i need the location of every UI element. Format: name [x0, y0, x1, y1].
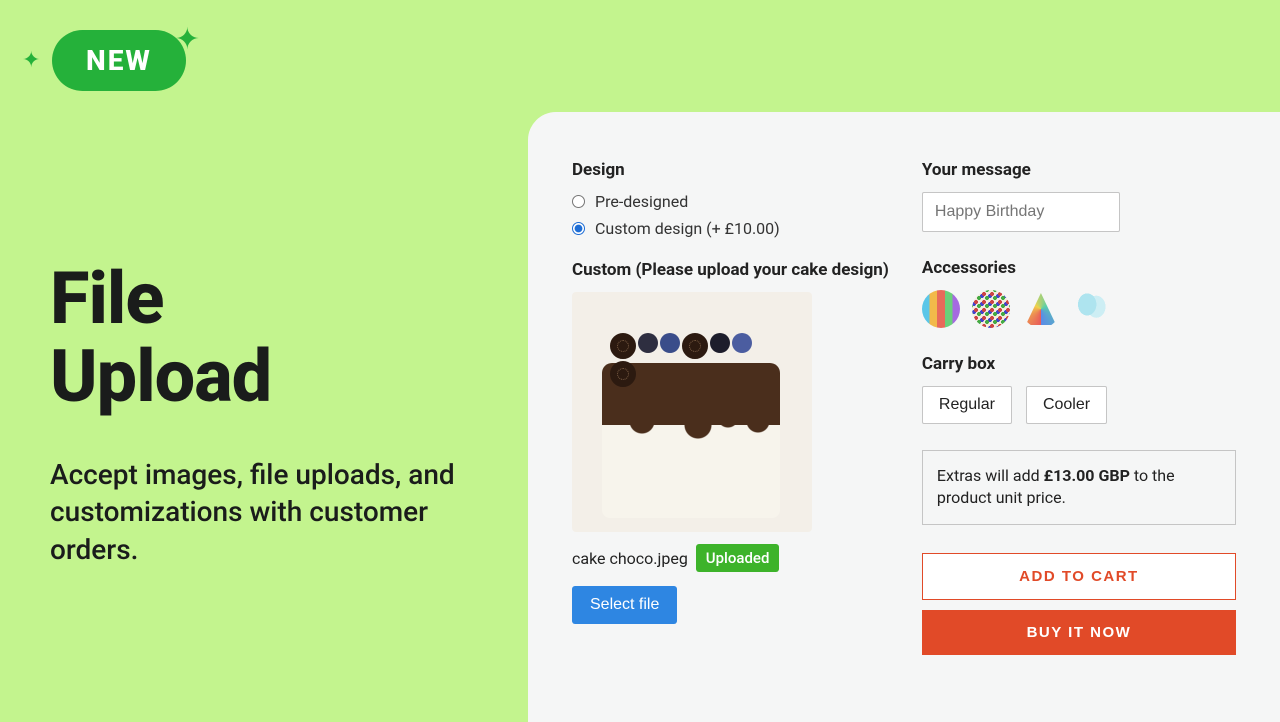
file-row: cake choco.jpeg Uploaded — [572, 544, 910, 572]
uploaded-status-badge: Uploaded — [696, 544, 780, 572]
accessories-row — [922, 290, 1236, 328]
radio-custom[interactable] — [572, 222, 585, 235]
extras-prefix: Extras will add — [937, 466, 1044, 485]
custom-upload-label: Custom (Please upload your cake design) — [572, 260, 910, 280]
design-label: Design — [572, 160, 910, 180]
new-badge: NEW — [52, 30, 186, 91]
add-to-cart-button[interactable]: ADD TO CART — [922, 553, 1236, 600]
candles-icon[interactable] — [922, 290, 960, 328]
design-option-custom[interactable]: Custom design (+ £10.00) — [572, 219, 910, 238]
sprinkles-icon[interactable] — [972, 290, 1010, 328]
accessories-label: Accessories — [922, 258, 1236, 278]
options-column-left: Design Pre-designed Custom design (+ £10… — [572, 160, 910, 722]
page-title: File Upload — [50, 260, 470, 416]
title-line1: File — [50, 256, 163, 341]
extras-summary: Extras will add £13.00 GBP to the produc… — [922, 450, 1236, 525]
party-hat-icon[interactable] — [1022, 290, 1060, 328]
carry-box-row: Regular Cooler — [922, 386, 1236, 424]
carry-option-cooler[interactable]: Cooler — [1026, 386, 1107, 424]
uploaded-filename: cake choco.jpeg — [572, 549, 688, 568]
option-label: Custom design (+ £10.00) — [595, 219, 780, 238]
select-file-button[interactable]: Select file — [572, 586, 677, 624]
buy-it-now-button[interactable]: BUY IT NOW — [922, 610, 1236, 655]
sparkle-icon: ✦ — [22, 48, 40, 73]
hero-content: File Upload Accept images, file uploads,… — [50, 260, 470, 569]
extras-amount: £13.00 GBP — [1044, 466, 1130, 485]
new-badge-wrap: ✦ ✦ NEW — [22, 30, 186, 91]
message-input[interactable] — [922, 192, 1120, 232]
options-column-right: Your message Accessories Carry box Regul… — [922, 160, 1236, 722]
option-label: Pre-designed — [595, 192, 688, 211]
message-label: Your message — [922, 160, 1236, 180]
design-option-predesigned[interactable]: Pre-designed — [572, 192, 910, 211]
radio-predesigned[interactable] — [572, 195, 585, 208]
sparkle-icon: ✦ — [175, 22, 200, 57]
page-subtitle: Accept images, file uploads, and customi… — [50, 456, 470, 569]
balloons-icon[interactable] — [1072, 290, 1110, 328]
carry-option-regular[interactable]: Regular — [922, 386, 1012, 424]
title-line2: Upload — [50, 334, 271, 419]
carry-box-label: Carry box — [922, 354, 1236, 374]
uploaded-image-preview[interactable] — [572, 292, 812, 532]
product-options-panel: Design Pre-designed Custom design (+ £10… — [528, 112, 1280, 722]
